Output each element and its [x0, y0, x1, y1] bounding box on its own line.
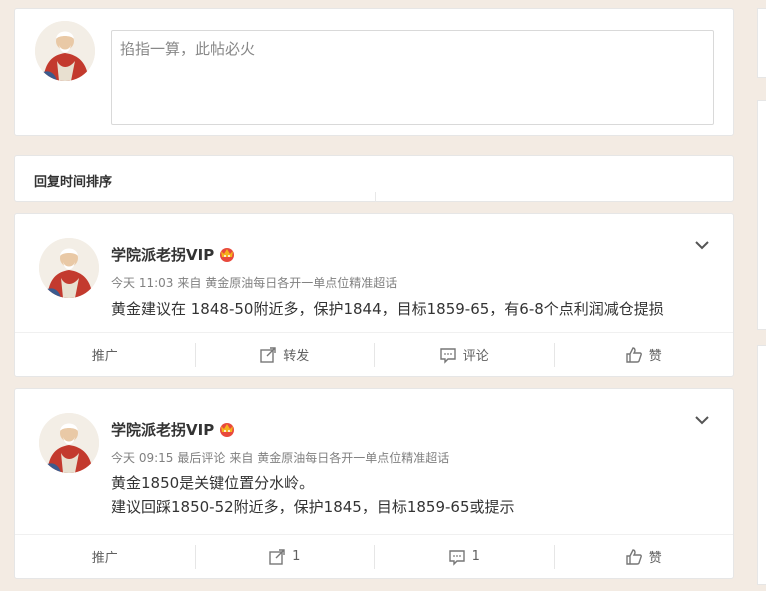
divider	[375, 192, 376, 202]
promote-label: 推广	[91, 551, 118, 566]
sort-by-reply-time[interactable]: 回复时间排序	[34, 171, 112, 190]
post-text-line: 黄金建议在 1848-50附近多，保护1844，目标1859-65，有6-8个点…	[111, 300, 664, 318]
comment-label: 评论	[462, 349, 489, 364]
promote-button[interactable]: 推广	[15, 333, 195, 376]
post-card: 学院派老拐VIP 今天 11:03 来自 黄金原油每日各开一单点位精准超话 黄金建…	[14, 213, 734, 377]
thumbs-up-icon	[626, 548, 642, 565]
promote-button[interactable]: 推广	[15, 535, 195, 578]
avatar[interactable]	[39, 238, 99, 298]
post-time[interactable]: 今天 09:15	[111, 451, 173, 465]
post-body: 黄金1850是关键位置分水岭。 建议回踩1850-52附近多，保护1845，目标…	[111, 471, 515, 519]
side-column-edge	[757, 345, 766, 585]
promote-label: 推广	[91, 349, 118, 364]
sort-bar: 回复时间排序	[14, 155, 734, 202]
side-column-edge	[757, 8, 766, 78]
post-text-line: 黄金1850是关键位置分水岭。	[111, 474, 315, 492]
repost-label: 转发	[283, 349, 310, 364]
compose-input[interactable]: 掐指一算，此帖必火	[111, 30, 714, 125]
side-column-edge	[757, 100, 766, 330]
like-label: 赞	[648, 551, 662, 566]
post-card: 学院派老拐VIP 今天 09:15 最后评论 来自 黄金原油每日各开一单点位精准超话…	[14, 388, 734, 579]
author-name-text: 学院派老拐VIP	[111, 421, 215, 439]
chevron-down-icon[interactable]	[693, 236, 711, 254]
compose-placeholder: 掐指一算，此帖必火	[120, 40, 256, 58]
like-button[interactable]: 赞	[553, 535, 734, 578]
like-button[interactable]: 赞	[553, 333, 734, 376]
post-source[interactable]: 来自 黄金原油每日各开一单点位精准超话	[177, 276, 397, 290]
compose-card: 掐指一算，此帖必火	[14, 8, 734, 136]
vip-crown-icon	[220, 423, 235, 437]
post-actions: 推广 1 1 赞	[15, 534, 733, 578]
repost-button[interactable]: 1	[194, 535, 375, 578]
post-meta: 今天 09:15 最后评论 来自 黄金原油每日各开一单点位精准超话	[111, 449, 453, 466]
post-text-line: 建议回踩1850-52附近多，保护1845，目标1859-65或提示	[111, 498, 515, 516]
post-body: 黄金建议在 1848-50附近多，保护1844，目标1859-65，有6-8个点…	[111, 297, 664, 321]
chevron-down-icon[interactable]	[693, 411, 711, 429]
author-name[interactable]: 学院派老拐VIP	[111, 244, 236, 265]
comment-icon	[440, 347, 456, 364]
repost-count: 1	[292, 549, 301, 564]
comment-button[interactable]: 评论	[374, 333, 554, 376]
avatar[interactable]	[39, 413, 99, 473]
author-name[interactable]: 学院派老拐VIP	[111, 419, 236, 440]
comment-count: 1	[471, 549, 480, 564]
post-meta: 今天 11:03 来自 黄金原油每日各开一单点位精准超话	[111, 274, 401, 291]
like-label: 赞	[648, 349, 662, 364]
thumbs-up-icon	[626, 346, 642, 363]
last-comment-label: 最后评论	[177, 451, 226, 465]
vip-crown-icon	[220, 248, 235, 262]
author-name-text: 学院派老拐VIP	[111, 246, 215, 264]
comment-button[interactable]: 1	[374, 535, 554, 578]
repost-icon	[269, 548, 285, 565]
post-time[interactable]: 今天 11:03	[111, 276, 173, 290]
repost-icon	[260, 346, 276, 363]
post-actions: 推广 转发 评论 赞	[15, 332, 733, 376]
post-source[interactable]: 来自 黄金原油每日各开一单点位精准超话	[229, 451, 449, 465]
repost-button[interactable]: 转发	[194, 333, 375, 376]
comment-icon	[448, 549, 465, 566]
avatar[interactable]	[35, 21, 95, 81]
